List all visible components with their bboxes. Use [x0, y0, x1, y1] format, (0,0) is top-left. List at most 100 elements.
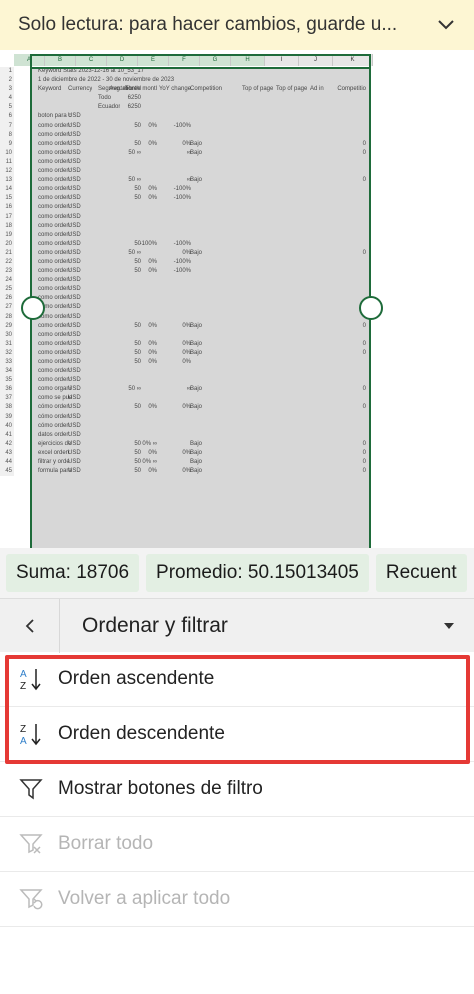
column-header-e[interactable]: E	[138, 54, 169, 66]
cell-b[interactable]: USD	[68, 249, 81, 258]
cell-a[interactable]: como orden:	[38, 358, 71, 367]
cell-a[interactable]: formula para	[38, 467, 72, 476]
cell-f[interactable]: -100%	[144, 267, 191, 276]
cell-g[interactable]: Bajo	[190, 449, 202, 458]
table-row[interactable]: 38 cómo orden: USD 50 0% 0% Bajo 0	[0, 403, 474, 413]
table-row[interactable]: 17 como orden: USD	[0, 212, 474, 222]
table-row[interactable]: 14 como orden: USD 50 0% -100%	[0, 185, 474, 195]
cell-a[interactable]: excel orden:	[38, 449, 71, 458]
cell-a[interactable]: como orden:	[38, 167, 71, 176]
row-number[interactable]: 26	[0, 294, 14, 304]
cell-g[interactable]: Bajo	[190, 349, 202, 358]
row-number[interactable]: 14	[0, 185, 14, 195]
cell-a[interactable]: como orden:	[38, 376, 71, 385]
row-number[interactable]: 39	[0, 412, 14, 422]
cell-b[interactable]: USD	[68, 140, 81, 149]
cell-b[interactable]: USD	[68, 349, 81, 358]
show-filter-buttons-item[interactable]: Mostrar botones de filtro	[0, 762, 474, 817]
cell-a[interactable]: como orden:	[38, 249, 71, 258]
cell-b[interactable]: USD	[68, 112, 81, 121]
row-number[interactable]: 17	[0, 212, 14, 222]
row-number[interactable]: 21	[0, 248, 14, 258]
table-row[interactable]: 6 boton para c USD	[0, 112, 474, 122]
cell-a[interactable]: como orden:	[38, 158, 71, 167]
column-header-b[interactable]: B	[45, 54, 76, 66]
table-row[interactable]: 35 como orden: USD	[0, 376, 474, 386]
cell-b[interactable]: USD	[68, 403, 81, 412]
cell-b[interactable]: USD	[68, 194, 81, 203]
average-chip[interactable]: Promedio: 50.15013405	[146, 554, 369, 592]
row-number[interactable]: 8	[0, 130, 14, 140]
table-row[interactable]: 13 como orden: USD 50 ∞ ∞ Bajo 0	[0, 176, 474, 186]
cell-g[interactable]: Competition	[190, 85, 222, 94]
selection-handle-right[interactable]	[359, 296, 383, 320]
cell-f[interactable]: ∞	[144, 385, 191, 394]
table-row[interactable]: 25 como orden: USD	[0, 285, 474, 295]
table-row[interactable]: 23 como orden: USD 50 0% -100%	[0, 267, 474, 277]
cell-e[interactable]: 0% ∞	[114, 458, 157, 467]
table-row[interactable]: 32 como orden: USD 50 0% 0% Bajo 0	[0, 348, 474, 358]
cell-b[interactable]: USD	[68, 367, 81, 376]
cell-b[interactable]: USD	[68, 358, 81, 367]
cell-a[interactable]: como orden:	[38, 240, 71, 249]
cell-b[interactable]: USD	[68, 131, 81, 140]
row-number[interactable]: 37	[0, 394, 14, 404]
sheet-rows[interactable]: 1 Keyword Stats 2023-12-16 at 10_53_17 2 1 …	[0, 67, 474, 477]
cell-g[interactable]: Bajo	[190, 403, 202, 412]
table-row[interactable]: 24 como orden: USD	[0, 276, 474, 286]
cell-f[interactable]: 0%	[144, 467, 191, 476]
cell-j[interactable]: Top of page	[276, 85, 307, 94]
table-row[interactable]: 22 como orden: USD 50 0% -100%	[0, 257, 474, 268]
cell-h[interactable]: 0	[316, 340, 366, 349]
cell-b[interactable]: USD	[68, 285, 81, 294]
cell-g[interactable]: Bajo	[190, 458, 202, 467]
cell-b[interactable]: USD	[68, 431, 81, 440]
cell-d[interactable]: 50 ∞	[96, 176, 141, 185]
cell-i[interactable]: Top of page	[242, 85, 273, 94]
table-row[interactable]: 21 como orden: USD 50 ∞ 0% Bajo 0	[0, 248, 474, 258]
cell-f[interactable]: ∞	[144, 149, 191, 158]
column-header-h[interactable]: H	[231, 54, 265, 66]
cell-d[interactable]: 6250	[96, 94, 141, 103]
cell-h[interactable]: 0	[316, 467, 366, 476]
cell-b[interactable]: USD	[68, 149, 81, 158]
row-number[interactable]: 20	[0, 239, 14, 249]
table-row[interactable]: 5 Ecuador 6250	[0, 103, 474, 113]
row-number[interactable]: 29	[0, 321, 14, 331]
cell-f[interactable]: 0%	[144, 449, 191, 458]
cell-b[interactable]: USD	[68, 449, 81, 458]
cell-g[interactable]: Bajo	[190, 340, 202, 349]
cell-a[interactable]: como orden:	[38, 176, 71, 185]
cell-a[interactable]: datos order:	[38, 431, 70, 440]
cell-b[interactable]: Currency	[68, 85, 92, 94]
sort-ascending-item[interactable]: A Z Orden ascendente	[0, 652, 474, 707]
cell-b[interactable]: USD	[68, 294, 81, 303]
cell-a[interactable]: como orden:	[38, 285, 71, 294]
row-number[interactable]: 5	[0, 103, 14, 113]
row-number[interactable]: 31	[0, 339, 14, 349]
row-number[interactable]: 44	[0, 458, 14, 468]
cell-b[interactable]: USD	[68, 276, 81, 285]
cell-g[interactable]: Bajo	[190, 176, 202, 185]
cell-d[interactable]: 6250	[96, 103, 141, 112]
table-row[interactable]: 41 datos order: USD	[0, 430, 474, 440]
cell-b[interactable]: USD	[68, 340, 81, 349]
row-number[interactable]: 33	[0, 358, 14, 368]
table-row[interactable]: 19 como orden: USD	[0, 230, 474, 240]
table-row[interactable]: 37 como se pue USD	[0, 394, 474, 404]
cell-h[interactable]: 0	[316, 385, 366, 394]
table-row[interactable]: 28 como orden: USD	[0, 312, 474, 322]
cell-a[interactable]: como orden:	[38, 213, 71, 222]
cell-k[interactable]: Ad in	[310, 85, 324, 94]
cell-h[interactable]: 0	[316, 176, 366, 185]
spreadsheet-grid[interactable]: ABCDEFGHIJK 1 Keyword Stats 2023-12-16 at…	[0, 50, 474, 548]
cell-e[interactable]: 0% ∞	[114, 440, 157, 449]
clear-all-item[interactable]: Borrar todo	[0, 817, 474, 872]
cell-a[interactable]: como orden:	[38, 322, 71, 331]
cell-b[interactable]: USD	[68, 213, 81, 222]
cell-b[interactable]: USD	[68, 458, 81, 467]
cell-b[interactable]: USD	[68, 322, 81, 331]
cell-a[interactable]: como orden:	[38, 222, 71, 231]
row-number[interactable]: 35	[0, 376, 14, 386]
row-number[interactable]: 40	[0, 421, 14, 431]
